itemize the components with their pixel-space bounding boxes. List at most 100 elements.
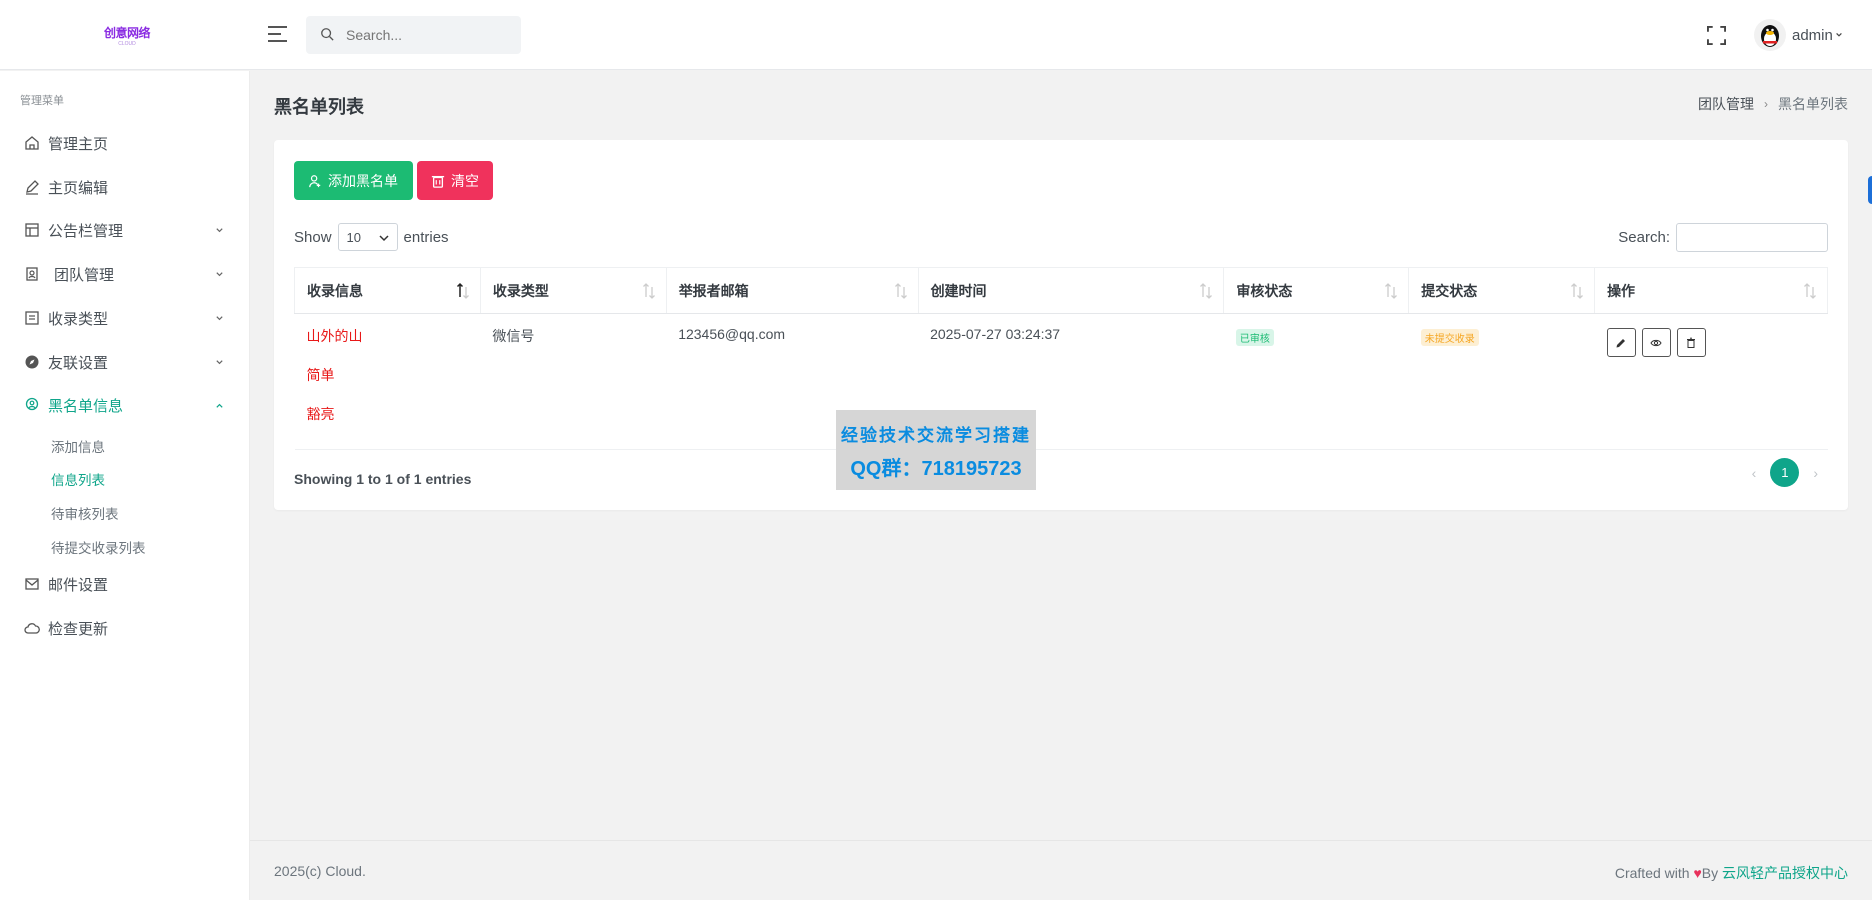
sidebar-subitem-pending-review[interactable]: 待审核列表 xyxy=(51,503,119,523)
settings-edge-tab[interactable] xyxy=(1868,176,1872,204)
chevron-down-icon xyxy=(216,228,223,233)
column-header-actions[interactable]: 操作 xyxy=(1594,267,1828,314)
sort-icon xyxy=(1571,283,1584,299)
sidebar-item-update[interactable]: 检查更新 xyxy=(24,616,228,640)
cell-review-status: 已审核 xyxy=(1223,313,1409,450)
status-badge: 已审核 xyxy=(1235,329,1274,346)
sidebar-item-label: 公告栏管理 xyxy=(48,222,124,240)
view-button[interactable] xyxy=(1641,328,1671,357)
trash-icon xyxy=(1687,337,1696,348)
sidebar: 管理菜单 管理主页 主页编辑 公告栏管理 团队管理 收录类型 友联设置 黑名单信… xyxy=(0,71,250,900)
sidebar-item-page-edit[interactable]: 主页编辑 xyxy=(24,175,228,199)
table-search-label: Search: xyxy=(1618,229,1670,246)
column-header-type[interactable]: 收录类型 xyxy=(479,267,667,314)
column-header-info[interactable]: 收录信息 xyxy=(294,267,481,314)
sidebar-item-team[interactable]: 团队管理 xyxy=(24,262,228,286)
pagination-page-1[interactable]: 1 xyxy=(1770,458,1800,487)
sidebar-item-mail[interactable]: 邮件设置 xyxy=(24,572,228,596)
sidebar-subitem-info-list[interactable]: 信息列表 xyxy=(51,469,105,489)
table-header-row: 收录信息 收录类型 举报者邮箱 创建时间 审核状态 提交状态 操作 xyxy=(294,267,1828,314)
footer-by: By xyxy=(1701,865,1719,881)
brand-logo[interactable]: 创意网络 CLOUD xyxy=(101,24,153,48)
sidebar-item-blacklist[interactable]: 黑名单信息 xyxy=(24,393,228,417)
sidebar-item-notice[interactable]: 公告栏管理 xyxy=(24,218,228,242)
page-length-value: 10 xyxy=(346,229,361,245)
compass-icon xyxy=(25,355,39,369)
table-search-input[interactable] xyxy=(1676,223,1828,252)
column-header-submit[interactable]: 提交状态 xyxy=(1408,267,1596,314)
blacklist-table: 收录信息 收录类型 举报者邮箱 创建时间 审核状态 提交状态 操作 山外的山 简… xyxy=(294,267,1828,450)
pagination-next[interactable]: › xyxy=(1813,465,1818,481)
home-icon xyxy=(25,136,39,150)
footer-link[interactable]: 云风轻产品授权中心 xyxy=(1722,865,1848,881)
footer: 2025(c) Cloud. Crafted with ♥By 云风轻产品授权中… xyxy=(250,840,1872,900)
delete-button[interactable] xyxy=(1676,328,1706,357)
logo-subtext: CLOUD xyxy=(118,41,136,47)
cell-actions xyxy=(1594,313,1828,450)
edit-button[interactable] xyxy=(1606,328,1636,357)
fullscreen-icon[interactable] xyxy=(1707,26,1726,45)
search-icon xyxy=(321,28,334,41)
cloud-icon xyxy=(24,623,40,634)
list-icon xyxy=(25,311,39,325)
cell-info: 山外的山 简单 豁亮 xyxy=(294,313,481,450)
page-length-select[interactable]: 10 xyxy=(337,223,398,251)
breadcrumb-item-team[interactable]: 团队管理 xyxy=(1698,94,1754,114)
blacklist-icon xyxy=(25,397,39,411)
table-search: Search: xyxy=(1618,223,1828,252)
sort-asc-icon xyxy=(456,282,469,299)
sort-icon xyxy=(642,283,655,299)
chevron-up-icon xyxy=(216,403,223,408)
info-line: 豁亮 xyxy=(306,406,335,422)
edit-icon xyxy=(26,180,39,195)
clear-label: 清空 xyxy=(451,172,479,189)
team-icon xyxy=(26,267,38,281)
menu-toggle-icon[interactable] xyxy=(268,26,287,43)
trash-icon xyxy=(431,175,445,188)
cell-submit-status: 未提交收录 xyxy=(1408,313,1595,450)
page-length-control: Show 10 entries xyxy=(294,223,449,251)
page-title: 黑名单列表 xyxy=(274,97,364,117)
column-header-review[interactable]: 审核状态 xyxy=(1223,267,1410,314)
user-menu[interactable]: admin xyxy=(1754,18,1843,52)
sidebar-item-label: 友联设置 xyxy=(48,354,109,372)
sidebar-item-label: 主页编辑 xyxy=(48,179,109,197)
footer-crafted: Crafted with xyxy=(1614,865,1690,881)
watermark-line-2: QQ群：718195723 xyxy=(850,458,1022,480)
add-blacklist-button[interactable]: 添加黑名单 xyxy=(294,161,413,200)
footer-credits: Crafted with ♥By 云风轻产品授权中心 xyxy=(1615,863,1848,883)
chevron-down-icon xyxy=(1836,32,1842,37)
clear-button[interactable]: 清空 xyxy=(417,161,493,200)
add-blacklist-label: 添加黑名单 xyxy=(328,172,398,189)
show-label: Show xyxy=(294,228,332,246)
breadcrumb-item-current: 黑名单列表 xyxy=(1778,96,1848,112)
heart-icon: ♥ xyxy=(1693,865,1702,881)
notice-icon xyxy=(25,223,39,237)
add-user-icon xyxy=(309,174,321,187)
sidebar-item-types[interactable]: 收录类型 xyxy=(24,306,228,330)
avatar xyxy=(1754,19,1786,51)
sidebar-item-home[interactable]: 管理主页 xyxy=(24,131,228,155)
column-header-created[interactable]: 创建时间 xyxy=(917,267,1225,314)
sidebar-subitem-pending-submit[interactable]: 待提交收录列表 xyxy=(51,537,146,557)
chevron-down-icon xyxy=(216,316,223,321)
sidebar-item-label: 管理主页 xyxy=(48,135,109,153)
cell-type: 微信号 xyxy=(480,313,667,450)
info-line: 山外的山 xyxy=(306,328,363,344)
eye-icon xyxy=(1650,339,1662,346)
sidebar-item-links[interactable]: 友联设置 xyxy=(24,350,228,374)
sidebar-subitem-add-info[interactable]: 添加信息 xyxy=(51,436,105,456)
sidebar-item-label: 团队管理 xyxy=(54,266,115,284)
entries-label: entries xyxy=(403,228,449,246)
chevron-down-icon xyxy=(216,360,223,365)
chevron-down-icon xyxy=(379,235,389,242)
search-input[interactable] xyxy=(346,16,516,54)
footer-copyright: 2025(c) Cloud. xyxy=(274,863,366,879)
sidebar-item-label: 收录类型 xyxy=(48,310,109,328)
chevron-down-icon xyxy=(216,272,223,277)
column-header-email[interactable]: 举报者邮箱 xyxy=(665,267,919,314)
table-row: 山外的山 简单 豁亮 微信号 123456@qq.com 2025-07-27 … xyxy=(294,313,1828,450)
pagination-prev[interactable]: ‹ xyxy=(1752,465,1757,481)
global-search xyxy=(306,16,521,54)
sort-icon xyxy=(894,283,907,299)
